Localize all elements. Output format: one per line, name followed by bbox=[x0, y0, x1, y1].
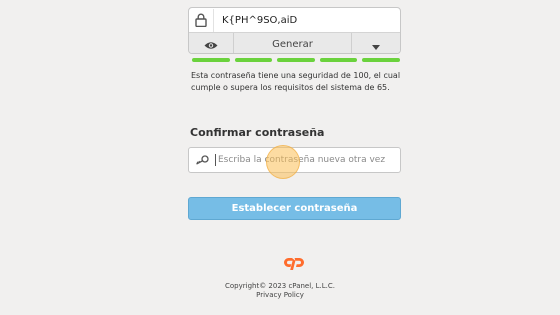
password-tools: Generar bbox=[189, 33, 400, 54]
generate-button[interactable]: Generar bbox=[234, 33, 352, 53]
show-password-button[interactable] bbox=[189, 33, 234, 54]
key-icon bbox=[189, 148, 215, 172]
strength-message: Esta contraseña tiene una seguridad de 1… bbox=[191, 71, 401, 92]
lock-icon bbox=[189, 8, 214, 32]
strength-segment bbox=[192, 58, 230, 62]
password-input-row[interactable]: K{PH^9SO,aiD bbox=[189, 8, 400, 33]
strength-segment bbox=[362, 58, 400, 62]
confirm-password-field[interactable] bbox=[188, 147, 401, 173]
privacy-policy-label[interactable]: Privacy Policy bbox=[256, 291, 304, 299]
privacy-policy-link[interactable]: Privacy Policy bbox=[0, 290, 560, 300]
generate-options-button[interactable] bbox=[352, 33, 400, 54]
strength-segment bbox=[319, 58, 358, 62]
confirm-password-label: Confirmar contraseña bbox=[190, 126, 325, 139]
strength-meter bbox=[192, 58, 400, 62]
eye-icon bbox=[204, 35, 218, 54]
password-field-group: K{PH^9SO,aiD Generar bbox=[188, 7, 401, 54]
caret-down-icon bbox=[372, 35, 380, 54]
cpanel-logo bbox=[284, 256, 304, 272]
set-password-button[interactable]: Establecer contraseña bbox=[188, 197, 401, 220]
strength-segment bbox=[277, 58, 315, 62]
confirm-password-input[interactable] bbox=[215, 154, 398, 166]
strength-segment bbox=[234, 58, 273, 62]
password-value[interactable]: K{PH^9SO,aiD bbox=[214, 15, 297, 26]
